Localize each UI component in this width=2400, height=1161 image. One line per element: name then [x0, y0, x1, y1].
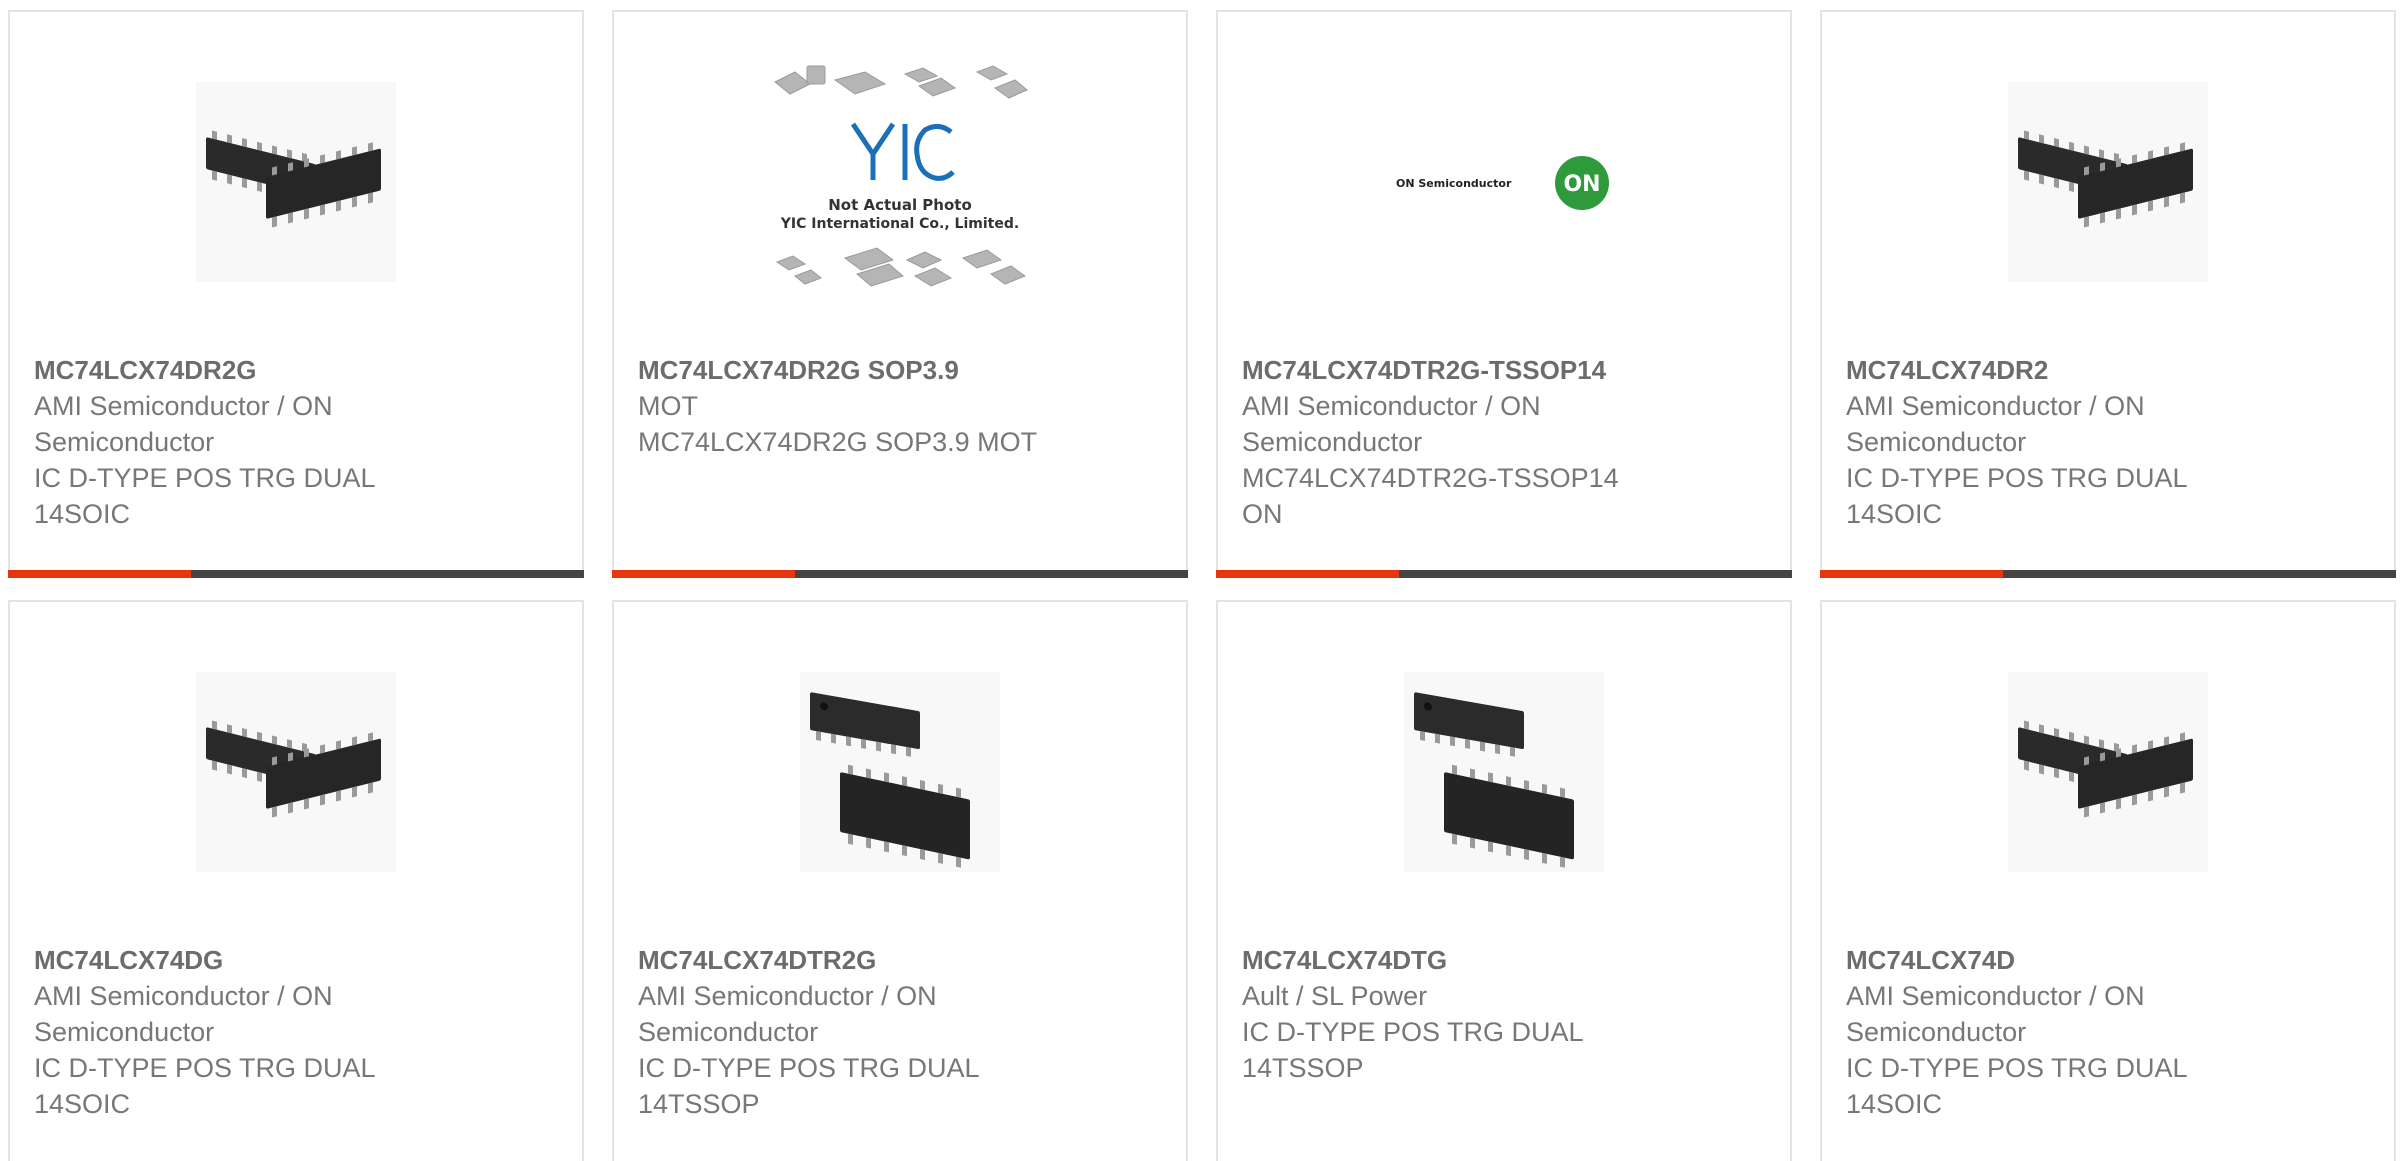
product-image[interactable]	[10, 662, 582, 882]
product-manufacturer: AMI Semiconductor / ON Semiconductor	[34, 981, 333, 1047]
product-image[interactable]	[614, 662, 1186, 882]
yic-placeholder-image: Not Actual Photo YIC International Co., …	[774, 65, 1028, 287]
product-title[interactable]: MC74LCX74DTR2G-TSSOP14	[1242, 352, 1642, 388]
product-manufacturer: AMI Semiconductor / ON Semiconductor	[1242, 391, 1541, 457]
product-manufacturer: AMI Semiconductor / ON Semiconductor	[638, 981, 937, 1047]
product-description: MC74LCX74DTR2G-TSSOP14 ON	[1242, 463, 1619, 529]
product-image[interactable]	[1822, 662, 2394, 882]
product-info: MC74LCX74DR2G AMI Semiconductor / ON Sem…	[34, 352, 434, 532]
product-card[interactable]: MC74LCX74DR2 AMI Semiconductor / ON Semi…	[1820, 10, 2396, 578]
svg-text:Not Actual Photo: Not Actual Photo	[828, 196, 972, 214]
product-description: IC D-TYPE POS TRG DUAL 14TSSOP	[1242, 1017, 1583, 1083]
product-image[interactable]: ON Semiconductor ON	[1218, 72, 1790, 292]
soic14-chip-image	[2008, 82, 2208, 282]
product-description: IC D-TYPE POS TRG DUAL 14SOIC	[1846, 463, 2187, 529]
product-manufacturer: Ault / SL Power	[1242, 981, 1428, 1011]
product-title[interactable]: MC74LCX74DR2G SOP3.9	[638, 352, 1038, 388]
product-manufacturer: AMI Semiconductor / ON Semiconductor	[1846, 981, 2145, 1047]
product-info: MC74LCX74DR2 AMI Semiconductor / ON Semi…	[1846, 352, 2246, 532]
product-image[interactable]	[10, 72, 582, 292]
tssop14-chip-image	[1404, 672, 1604, 872]
product-info: MC74LCX74DG AMI Semiconductor / ON Semic…	[34, 942, 434, 1122]
soic14-chip-image	[196, 672, 396, 872]
product-title[interactable]: MC74LCX74DR2	[1846, 352, 2246, 388]
product-card[interactable]: MC74LCX74DTR2G AMI Semiconductor / ON Se…	[612, 600, 1188, 1161]
product-card[interactable]: MC74LCX74DR2G AMI Semiconductor / ON Sem…	[8, 10, 584, 578]
card-accent-bar	[612, 570, 795, 578]
product-card[interactable]: MC74LCX74DG AMI Semiconductor / ON Semic…	[8, 600, 584, 1161]
product-image[interactable]: Not Actual Photo YIC International Co., …	[614, 65, 1186, 292]
product-description: IC D-TYPE POS TRG DUAL 14SOIC	[34, 1053, 375, 1119]
product-description: MC74LCX74DR2G SOP3.9 MOT	[638, 427, 1038, 457]
product-title[interactable]: MC74LCX74D	[1846, 942, 2246, 978]
product-info: MC74LCX74DTR2G AMI Semiconductor / ON Se…	[638, 942, 1038, 1122]
product-title[interactable]: MC74LCX74DG	[34, 942, 434, 978]
svg-text:ON Semiconductor: ON Semiconductor	[1396, 177, 1512, 190]
card-accent-bar	[1216, 570, 1399, 578]
card-bottom-bar	[1216, 570, 1792, 578]
product-info: MC74LCX74DR2G SOP3.9 MOT MC74LCX74DR2G S…	[638, 352, 1038, 460]
product-info: MC74LCX74DTG Ault / SL Power IC D-TYPE P…	[1242, 942, 1642, 1086]
product-image[interactable]	[1822, 72, 2394, 292]
soic14-chip-image	[2008, 672, 2208, 872]
svg-text:YIC International Co., Limited: YIC International Co., Limited.	[780, 216, 1019, 232]
card-bottom-bar	[8, 570, 584, 578]
card-accent-bar	[8, 570, 191, 578]
on-semiconductor-logo: ON Semiconductor ON	[1396, 156, 1609, 210]
product-card[interactable]: Not Actual Photo YIC International Co., …	[612, 10, 1188, 578]
product-manufacturer: MOT	[638, 391, 698, 421]
product-info: MC74LCX74DTR2G-TSSOP14 AMI Semiconductor…	[1242, 352, 1642, 532]
product-title[interactable]: MC74LCX74DTG	[1242, 942, 1642, 978]
product-description: IC D-TYPE POS TRG DUAL 14TSSOP	[638, 1053, 979, 1119]
card-accent-bar	[1820, 570, 2003, 578]
svg-text:ON: ON	[1563, 172, 1600, 197]
product-grid: MC74LCX74DR2G AMI Semiconductor / ON Sem…	[0, 0, 2400, 1161]
product-manufacturer: AMI Semiconductor / ON Semiconductor	[34, 391, 333, 457]
product-card[interactable]: MC74LCX74DTG Ault / SL Power IC D-TYPE P…	[1216, 600, 1792, 1161]
product-card[interactable]: MC74LCX74D AMI Semiconductor / ON Semico…	[1820, 600, 2396, 1161]
product-manufacturer: AMI Semiconductor / ON Semiconductor	[1846, 391, 2145, 457]
soic14-chip-image	[196, 82, 396, 282]
product-title[interactable]: MC74LCX74DR2G	[34, 352, 434, 388]
tssop14-chip-image	[800, 672, 1000, 872]
product-info: MC74LCX74D AMI Semiconductor / ON Semico…	[1846, 942, 2246, 1122]
product-image[interactable]	[1218, 662, 1790, 882]
card-bottom-bar	[612, 570, 1188, 578]
product-title[interactable]: MC74LCX74DTR2G	[638, 942, 1038, 978]
product-description: IC D-TYPE POS TRG DUAL 14SOIC	[1846, 1053, 2187, 1119]
card-bottom-bar	[1820, 570, 2396, 578]
product-description: IC D-TYPE POS TRG DUAL 14SOIC	[34, 463, 375, 529]
product-card[interactable]: ON Semiconductor ON MC74LCX74DTR2G-TSSOP…	[1216, 10, 1792, 578]
